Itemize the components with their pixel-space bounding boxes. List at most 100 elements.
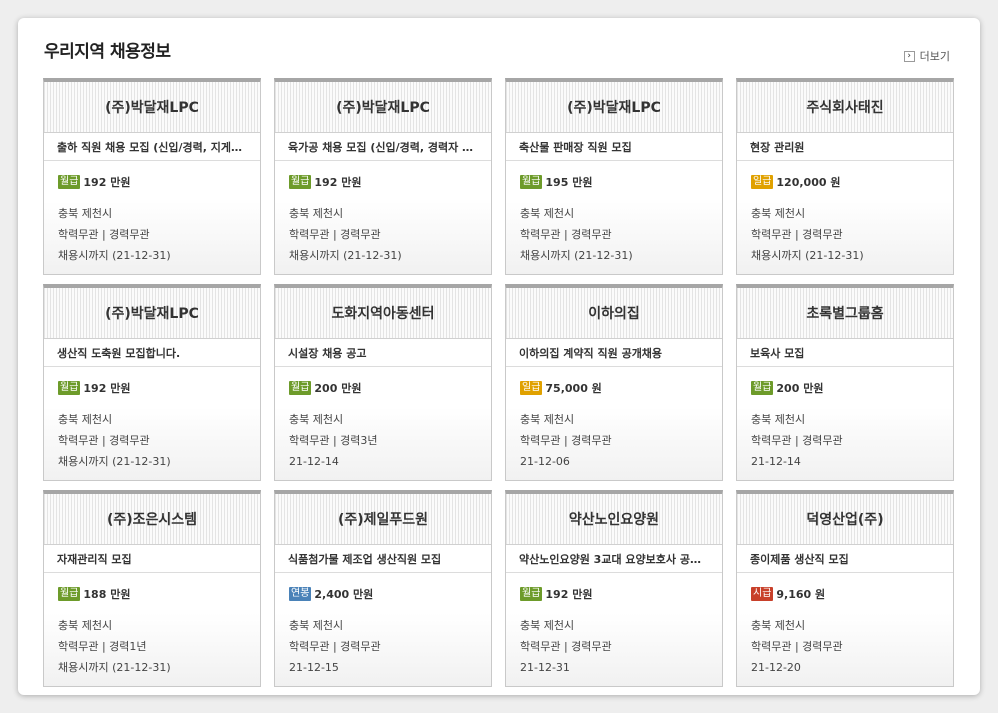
card-body: 월급 192 만원 충북 제천시 학력무관 | 경력무관 21-12-31 [506,573,722,678]
job-location: 충북 제천시 [520,619,575,632]
job-deadline: 채용시까지 (21-12-31) [751,249,864,262]
job-title[interactable]: 식품첨가물 제조업 생산직원 모집 [275,545,491,573]
job-deadline: 채용시까지 (21-12-31) [58,249,171,262]
job-deadline: 21-12-31 [520,661,570,674]
job-card[interactable]: (주)박달재LPC 출하 직원 채용 모집 (신입/경력, 지게… 월급 192… [43,78,261,275]
job-deadline: 21-12-15 [289,661,339,674]
job-deadline: 21-12-14 [289,455,339,468]
pay-amount: 9,160 원 [776,588,826,601]
job-title-text: 자재관리직 모집 [57,552,132,566]
job-location: 충북 제천시 [520,413,575,426]
job-location: 충북 제천시 [58,207,113,220]
card-body: 시급 9,160 원 충북 제천시 학력무관 | 경력무관 21-12-20 [737,573,953,678]
job-title[interactable]: 육가공 채용 모집 (신입/경력, 경력자 … [275,133,491,161]
job-card[interactable]: (주)박달재LPC 축산물 판매장 직원 모집 월급 195 만원 충북 제천시… [505,78,723,275]
pay-type-badge: 일급 [751,175,774,189]
company-name: 약산노인요양원 [568,512,660,528]
pay-row: 월급 200 만원 [751,380,939,396]
pay-amount: 200 만원 [776,382,824,395]
card-header: (주)박달재LPC [44,82,260,133]
pay-type-badge: 일급 [520,381,543,395]
job-requirements: 학력무관 | 경력무관 [58,228,150,241]
card-body: 월급 188 만원 충북 제천시 학력무관 | 경력1년 채용시까지 (21-1… [44,573,260,678]
job-title[interactable]: 약산노인요양원 3교대 요양보호사 공… [506,545,722,573]
job-title[interactable]: 종이제품 생산직 모집 [737,545,953,573]
pay-type-badge: 월급 [289,381,312,395]
job-location: 충북 제천시 [289,619,344,632]
job-card[interactable]: 덕영산업(주) 종이제품 생산직 모집 시급 9,160 원 충북 제천시 학력… [736,490,954,687]
card-header: (주)조은시스템 [44,494,260,545]
pay-amount: 2,400 만원 [314,588,374,601]
section-title: 우리지역 채용정보 [44,42,171,62]
card-header: 주식회사태진 [737,82,953,133]
card-header: 덕영산업(주) [737,494,953,545]
card-body: 일급 75,000 원 충북 제천시 학력무관 | 경력무관 21-12-06 [506,367,722,472]
pay-row: 연봉 2,400 만원 [289,586,477,602]
card-body: 월급 192 만원 충북 제천시 학력무관 | 경력무관 채용시까지 (21-1… [44,367,260,472]
pay-amount: 192 만원 [545,588,593,601]
job-card[interactable]: 초록별그룹홈 보육사 모집 월급 200 만원 충북 제천시 학력무관 | 경력… [736,284,954,481]
pay-type-badge: 연봉 [289,587,312,601]
pay-amount: 188 만원 [83,588,131,601]
pay-amount: 192 만원 [83,176,131,189]
job-requirements: 학력무관 | 경력3년 [289,434,378,447]
job-requirements: 학력무관 | 경력무관 [289,228,381,241]
job-title[interactable]: 이하의집 계약직 직원 공개채용 [506,339,722,367]
card-body: 일급 120,000 원 충북 제천시 학력무관 | 경력무관 채용시까지 (2… [737,161,953,266]
pay-row: 시급 9,160 원 [751,586,939,602]
job-card[interactable]: (주)조은시스템 자재관리직 모집 월급 188 만원 충북 제천시 학력무관 … [43,490,261,687]
job-location: 충북 제천시 [289,413,344,426]
job-title[interactable]: 축산물 판매장 직원 모집 [506,133,722,161]
job-card[interactable]: 주식회사태진 현장 관리원 일급 120,000 원 충북 제천시 학력무관 |… [736,78,954,275]
card-body: 월급 195 만원 충북 제천시 학력무관 | 경력무관 채용시까지 (21-1… [506,161,722,266]
company-name: 주식회사태진 [806,100,884,116]
job-listings-panel: 우리지역 채용정보 › 더보기 (주)박달재LPC 출하 직원 채용 모집 (신… [18,18,980,695]
job-title-text: 출하 직원 채용 모집 (신입/경력, 지게… [57,140,243,154]
pay-amount: 120,000 원 [776,176,841,189]
job-title-text: 식품첨가물 제조업 생산직원 모집 [288,552,442,566]
pay-type-badge: 월급 [520,175,543,189]
pay-amount: 200 만원 [314,382,362,395]
card-header: 도화지역아동센터 [275,288,491,339]
card-header: (주)제일푸드원 [275,494,491,545]
company-name: (주)박달재LPC [567,100,661,116]
more-label: 더보기 [919,50,950,63]
job-deadline: 채용시까지 (21-12-31) [520,249,633,262]
pay-amount: 195 만원 [545,176,593,189]
pay-row: 월급 192 만원 [289,174,477,190]
job-title-text: 축산물 판매장 직원 모집 [519,140,632,154]
job-location: 충북 제천시 [751,413,806,426]
company-name: (주)박달재LPC [336,100,430,116]
job-card[interactable]: 도화지역아동센터 시설장 채용 공고 월급 200 만원 충북 제천시 학력무관… [274,284,492,481]
card-header: (주)박달재LPC [44,288,260,339]
job-title[interactable]: 보육사 모집 [737,339,953,367]
job-card[interactable]: 이하의집 이하의집 계약직 직원 공개채용 일급 75,000 원 충북 제천시… [505,284,723,481]
job-location: 충북 제천시 [58,619,113,632]
job-card[interactable]: 약산노인요양원 약산노인요양원 3교대 요양보호사 공… 월급 192 만원 충… [505,490,723,687]
card-body: 월급 200 만원 충북 제천시 학력무관 | 경력무관 21-12-14 [737,367,953,472]
card-body: 연봉 2,400 만원 충북 제천시 학력무관 | 경력무관 21-12-15 [275,573,491,678]
company-name: (주)박달재LPC [105,100,199,116]
job-deadline: 채용시까지 (21-12-31) [58,661,171,674]
card-body: 월급 192 만원 충북 제천시 학력무관 | 경력무관 채용시까지 (21-1… [44,161,260,266]
job-card[interactable]: (주)박달재LPC 생산직 도축원 모집합니다. 월급 192 만원 충북 제천… [43,284,261,481]
more-link[interactable]: › 더보기 [903,49,950,63]
job-title[interactable]: 자재관리직 모집 [44,545,260,573]
pay-row: 월급 200 만원 [289,380,477,396]
job-card[interactable]: (주)제일푸드원 식품첨가물 제조업 생산직원 모집 연봉 2,400 만원 충… [274,490,492,687]
job-title[interactable]: 생산직 도축원 모집합니다. [44,339,260,367]
job-grid: (주)박달재LPC 출하 직원 채용 모집 (신입/경력, 지게… 월급 192… [43,78,954,687]
job-card[interactable]: (주)박달재LPC 육가공 채용 모집 (신입/경력, 경력자 … 월급 192… [274,78,492,275]
job-title[interactable]: 출하 직원 채용 모집 (신입/경력, 지게… [44,133,260,161]
job-title-text: 보육사 모집 [750,346,805,360]
job-title-text: 이하의집 계약직 직원 공개채용 [519,346,663,360]
job-title[interactable]: 현장 관리원 [737,133,953,161]
job-location: 충북 제천시 [751,619,806,632]
pay-row: 월급 192 만원 [520,586,708,602]
pay-type-badge: 월급 [289,175,312,189]
job-requirements: 학력무관 | 경력무관 [289,640,381,653]
pay-row: 월급 192 만원 [58,380,246,396]
job-title[interactable]: 시설장 채용 공고 [275,339,491,367]
company-name: (주)박달재LPC [105,306,199,322]
job-requirements: 학력무관 | 경력무관 [751,228,843,241]
